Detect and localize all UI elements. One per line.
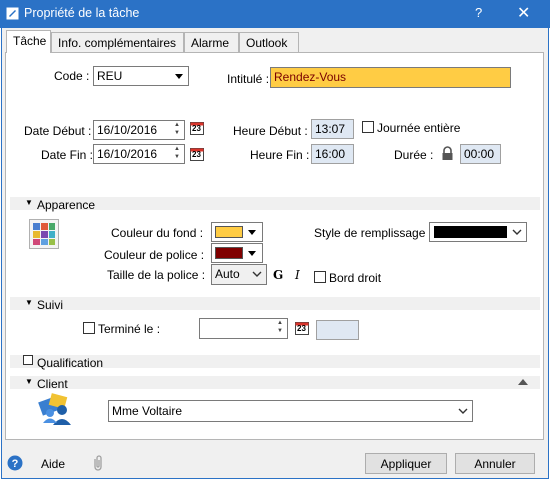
journee-entiere-label: Journée entière xyxy=(377,121,461,135)
heure-fin-field[interactable]: 16:00 xyxy=(311,144,354,164)
couleur-fond-swatch xyxy=(215,226,243,238)
chevron-down-icon xyxy=(512,229,522,235)
client-contacts-icon xyxy=(38,393,71,425)
date-debut-label: Date Début : xyxy=(24,124,92,138)
taille-police-select[interactable]: Auto xyxy=(211,264,267,285)
duree-field[interactable]: 00:00 xyxy=(460,144,501,164)
qualification-section-label: Qualification xyxy=(37,356,104,370)
termine-heure-field[interactable] xyxy=(316,320,359,340)
collapse-arrow-icon[interactable]: ▼ xyxy=(25,198,33,207)
taille-police-value: Auto xyxy=(215,267,240,281)
tab-outlook[interactable]: Outlook xyxy=(239,32,299,52)
intitule-field[interactable]: Rendez-Vous xyxy=(270,67,511,88)
attachment-icon[interactable] xyxy=(91,455,105,471)
calendar-day: 23 xyxy=(192,124,201,133)
code-value: REU xyxy=(97,69,123,83)
date-debut-spinner[interactable]: ▲ ▼ xyxy=(171,121,183,138)
chevron-down-icon xyxy=(252,271,262,277)
date-debut-field[interactable]: 16/10/2016 ▲ ▼ xyxy=(93,120,185,140)
bord-droit-label: Bord droit xyxy=(329,271,382,285)
collapse-arrow-icon[interactable]: ▼ xyxy=(25,298,33,307)
taille-police-label: Taille de la police : xyxy=(107,268,206,282)
client-section-label: Client xyxy=(37,377,68,391)
appliquer-label: Appliquer xyxy=(380,457,432,471)
couleur-fond-picker[interactable] xyxy=(211,222,263,242)
code-select[interactable]: REU xyxy=(93,66,189,86)
app-task-icon xyxy=(6,7,19,20)
style-remplissage-label: Style de remplissage : xyxy=(314,226,433,240)
chevron-down-icon xyxy=(175,74,183,79)
tab-label: Info. complémentaires xyxy=(58,36,177,50)
appliquer-button[interactable]: Appliquer xyxy=(365,453,447,474)
duree-label: Durée : xyxy=(394,148,434,162)
journee-entiere-checkbox[interactable] xyxy=(362,121,374,133)
qualification-expand-icon[interactable] xyxy=(23,355,33,365)
date-fin-value: 16/10/2016 xyxy=(97,147,158,161)
heure-fin-value: 16:00 xyxy=(315,147,346,161)
collapse-arrow-icon[interactable]: ▼ xyxy=(25,377,33,386)
svg-text:?: ? xyxy=(12,458,19,470)
aide-link[interactable]: Aide xyxy=(41,457,65,471)
chevron-down-icon xyxy=(248,251,256,256)
annuler-label: Annuler xyxy=(474,457,516,471)
window-title: Propriété de la tâche xyxy=(24,6,140,20)
suivi-section-label: Suivi xyxy=(37,298,64,312)
date-debut-value: 16/10/2016 xyxy=(97,123,158,137)
suivi-section-header[interactable] xyxy=(10,297,540,310)
termine-label: Terminé le : xyxy=(98,322,161,336)
heure-debut-value: 13:07 xyxy=(315,122,346,136)
bold-button[interactable]: G xyxy=(273,268,283,282)
annuler-button[interactable]: Annuler xyxy=(455,453,535,474)
couleur-police-label: Couleur de police : xyxy=(104,248,205,262)
style-remplissage-select[interactable] xyxy=(429,222,527,242)
style-remplissage-swatch xyxy=(434,226,507,238)
heure-debut-field[interactable]: 13:07 xyxy=(311,119,354,139)
italic-button[interactable]: I xyxy=(295,268,300,282)
tab-info-complementaires[interactable]: Info. complémentaires xyxy=(51,32,184,52)
couleur-police-picker[interactable] xyxy=(211,243,263,263)
code-label: Code : xyxy=(54,69,90,83)
client-value: Mme Voltaire xyxy=(112,404,183,418)
termine-date-field[interactable]: ▲ ▼ xyxy=(199,318,288,339)
date-fin-spinner[interactable]: ▲ ▼ xyxy=(171,145,183,162)
client-section-header[interactable] xyxy=(10,376,540,389)
date-debut-calendar-button[interactable]: 23 xyxy=(190,121,204,138)
client-select[interactable]: Mme Voltaire xyxy=(108,400,473,422)
calendar-day: 23 xyxy=(297,324,306,333)
title-bar: Propriété de la tâche ? ✕ xyxy=(0,0,550,28)
termine-spinner[interactable]: ▲ ▼ xyxy=(274,319,286,336)
chevron-down-icon xyxy=(458,408,468,414)
tab-label: Outlook xyxy=(246,36,288,50)
duree-value: 00:00 xyxy=(464,147,495,161)
heure-debut-label: Heure Début : xyxy=(233,124,308,138)
collapse-up-icon[interactable] xyxy=(517,377,529,386)
intitule-label: Intitulé : xyxy=(227,72,270,86)
tab-label: Alarme xyxy=(191,36,230,50)
tab-alarme[interactable]: Alarme xyxy=(184,32,239,52)
date-fin-label: Date Fin : xyxy=(41,148,94,162)
heure-fin-label: Heure Fin : xyxy=(250,148,310,162)
termine-calendar-button[interactable]: 23 xyxy=(295,321,309,338)
chevron-down-icon xyxy=(248,230,256,235)
color-palette-icon[interactable] xyxy=(29,219,59,249)
couleur-police-swatch xyxy=(215,247,243,259)
tab-label: Tâche xyxy=(13,34,47,48)
bord-droit-checkbox[interactable] xyxy=(314,271,326,283)
apparence-section-label: Apparence xyxy=(37,198,96,212)
couleur-fond-label: Couleur du fond : xyxy=(111,226,204,240)
date-fin-calendar-button[interactable]: 23 xyxy=(190,147,204,164)
calendar-day: 23 xyxy=(192,150,201,159)
help-button[interactable]: ? xyxy=(475,5,482,20)
termine-checkbox[interactable] xyxy=(83,322,95,334)
close-button[interactable]: ✕ xyxy=(517,3,530,23)
help-circle-icon[interactable]: ? xyxy=(7,455,23,471)
tab-tache[interactable]: Tâche xyxy=(6,30,51,53)
date-fin-field[interactable]: 16/10/2016 ▲ ▼ xyxy=(93,144,185,164)
lock-icon[interactable] xyxy=(441,146,454,161)
intitule-value: Rendez-Vous xyxy=(274,70,347,84)
